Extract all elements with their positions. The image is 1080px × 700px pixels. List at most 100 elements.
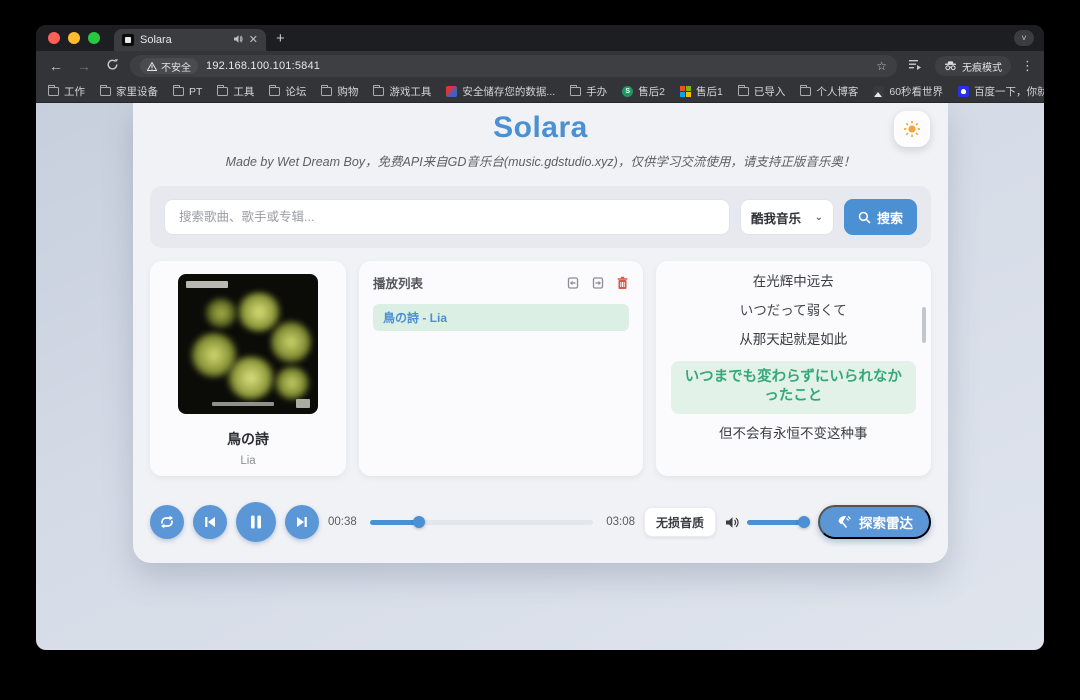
repeat-button[interactable]: [150, 505, 184, 539]
bookmark-folder-imported[interactable]: 已导入: [738, 84, 786, 99]
browser-window: Solara ✕ + ˅ ← → 不安全 192.168.100.101:584…: [36, 25, 1044, 650]
tab-close-icon[interactable]: ✕: [249, 35, 258, 46]
next-track-button[interactable]: [285, 505, 319, 539]
solara-app-container: Solara Made by Wet Dream Boy，免费API来自GD音乐…: [133, 103, 948, 563]
back-icon[interactable]: ←: [46, 58, 66, 74]
search-input[interactable]: [164, 199, 730, 235]
incognito-icon: [944, 61, 957, 71]
browser-toolbar: ← → 不安全 192.168.100.101:5841 ☆ 无痕模式 ⋮: [36, 51, 1044, 81]
explore-radar-button[interactable]: 探索雷达: [818, 505, 931, 539]
bookmark-aftersales-1[interactable]: 售后1: [680, 84, 723, 99]
zoom-window-button[interactable]: [88, 32, 100, 44]
bookmark-60s-world[interactable]: 60秒看世界: [873, 84, 943, 99]
menu-kebab-icon[interactable]: ⋮: [1021, 58, 1034, 74]
reload-icon[interactable]: [102, 58, 122, 74]
radar-dish-icon: [836, 514, 852, 530]
site-icon: [873, 86, 884, 97]
baidu-icon: [958, 86, 969, 97]
lyric-line: いつだって弱くて: [740, 302, 847, 320]
bookmark-folder-pt[interactable]: PT: [173, 86, 202, 98]
folder-icon: [173, 87, 184, 96]
tab-audio-icon[interactable]: [233, 34, 243, 47]
search-section: 酷我音乐 ⌄ 搜索: [150, 186, 931, 248]
tab-title: Solara: [140, 34, 227, 46]
microsoft-icon: [680, 86, 691, 97]
url-text[interactable]: 192.168.100.101:5841: [206, 60, 868, 72]
lyric-line: 在光辉中远去: [753, 273, 834, 291]
volume-thumb[interactable]: [798, 516, 810, 528]
track-artist: Lia: [240, 455, 255, 467]
pause-button[interactable]: [236, 502, 276, 542]
folder-icon: [321, 87, 332, 96]
bookmark-secure-storage[interactable]: 安全储存您的数据...: [446, 84, 555, 99]
lyric-line: 从那天起就是如此: [739, 331, 847, 349]
minimize-window-button[interactable]: [68, 32, 80, 44]
playlist-item-active[interactable]: 鳥の詩 - Lia: [373, 304, 629, 331]
bookmark-baidu[interactable]: 百度一下，你就知道: [958, 84, 1044, 99]
incognito-badge: 无痕模式: [935, 56, 1011, 76]
page-viewport: Solara Made by Wet Dream Boy，免费API来自GD音乐…: [36, 103, 1044, 650]
player-bar: 00:38 03:08 无损音质 探索雷达: [150, 501, 931, 543]
forward-icon[interactable]: →: [74, 58, 94, 74]
lyrics-scrollbar[interactable]: [922, 307, 926, 343]
total-time: 03:08: [606, 516, 635, 528]
music-source-value: 酷我音乐: [751, 208, 801, 227]
page-subtitle: Made by Wet Dream Boy，免费API来自GD音乐台(music…: [133, 151, 948, 170]
album-art-badge: [296, 399, 310, 408]
album-art-bottom-label: [212, 402, 274, 406]
traffic-lights: [48, 32, 100, 44]
address-bar[interactable]: 不安全 192.168.100.101:5841 ☆: [130, 55, 897, 77]
pause-icon: [249, 514, 263, 530]
security-chip[interactable]: 不安全: [140, 58, 198, 74]
progress-slider[interactable]: [370, 520, 593, 525]
folder-icon: [570, 87, 581, 96]
previous-icon: [203, 515, 217, 529]
volume-icon[interactable]: [725, 516, 740, 529]
lyrics-panel: 在光辉中远去 いつだって弱くて 从那天起就是如此 いつまでも変わらずにいられなか…: [656, 261, 932, 476]
tab-favicon: [122, 34, 134, 46]
folder-icon: [800, 87, 811, 96]
new-tab-button[interactable]: +: [276, 30, 285, 47]
search-button[interactable]: 搜索: [844, 199, 917, 235]
music-source-select[interactable]: 酷我音乐 ⌄: [740, 199, 834, 235]
next-icon: [295, 515, 309, 529]
folder-icon: [217, 87, 228, 96]
volume-slider[interactable]: [747, 520, 809, 525]
title-bar: Solara ✕ + ˅: [36, 25, 1044, 51]
warning-icon: [147, 62, 157, 71]
playlist-header: 播放列表: [373, 273, 566, 292]
repeat-icon: [159, 514, 175, 530]
chevron-down-icon: ⌄: [815, 212, 823, 223]
sun-icon: [903, 120, 921, 138]
incognito-label: 无痕模式: [962, 59, 1002, 74]
bookmark-aftersales-2[interactable]: S售后2: [622, 84, 665, 99]
bookmark-folder-work[interactable]: 工作: [48, 84, 85, 99]
previous-track-button[interactable]: [193, 505, 227, 539]
now-playing-panel: 鳥の詩 Lia: [150, 261, 346, 476]
tab-search-button[interactable]: ˅: [1014, 30, 1034, 46]
bookmark-folder-game-tools[interactable]: 游戏工具: [373, 84, 431, 99]
lyric-line: 但不会有永恒不变这种事: [719, 425, 868, 443]
folder-icon: [48, 87, 59, 96]
folder-icon: [373, 87, 384, 96]
bookmark-folder-forum[interactable]: 论坛: [269, 84, 306, 99]
security-label: 不安全: [161, 59, 191, 74]
theme-toggle-button[interactable]: [894, 111, 930, 147]
bookmark-folder-figures[interactable]: 手办: [570, 84, 607, 99]
bookmark-folder-tools[interactable]: 工具: [217, 84, 254, 99]
clear-playlist-trash-icon[interactable]: [616, 276, 629, 290]
quality-button[interactable]: 无损音质: [644, 507, 716, 537]
bookmark-star-icon[interactable]: ☆: [876, 59, 887, 73]
bookmark-folder-home-devices[interactable]: 家里设备: [100, 84, 158, 99]
close-window-button[interactable]: [48, 32, 60, 44]
browser-tab[interactable]: Solara ✕: [114, 29, 266, 51]
album-art-top-label: [186, 281, 228, 288]
import-playlist-icon[interactable]: [566, 276, 580, 290]
folder-icon: [269, 87, 280, 96]
export-playlist-icon[interactable]: [591, 276, 605, 290]
progress-thumb[interactable]: [413, 516, 425, 528]
current-time: 00:38: [328, 516, 357, 528]
bookmark-folder-personal-blog[interactable]: 个人博客: [800, 84, 858, 99]
bookmark-folder-shopping[interactable]: 购物: [321, 84, 358, 99]
media-control-icon[interactable]: [905, 58, 925, 74]
